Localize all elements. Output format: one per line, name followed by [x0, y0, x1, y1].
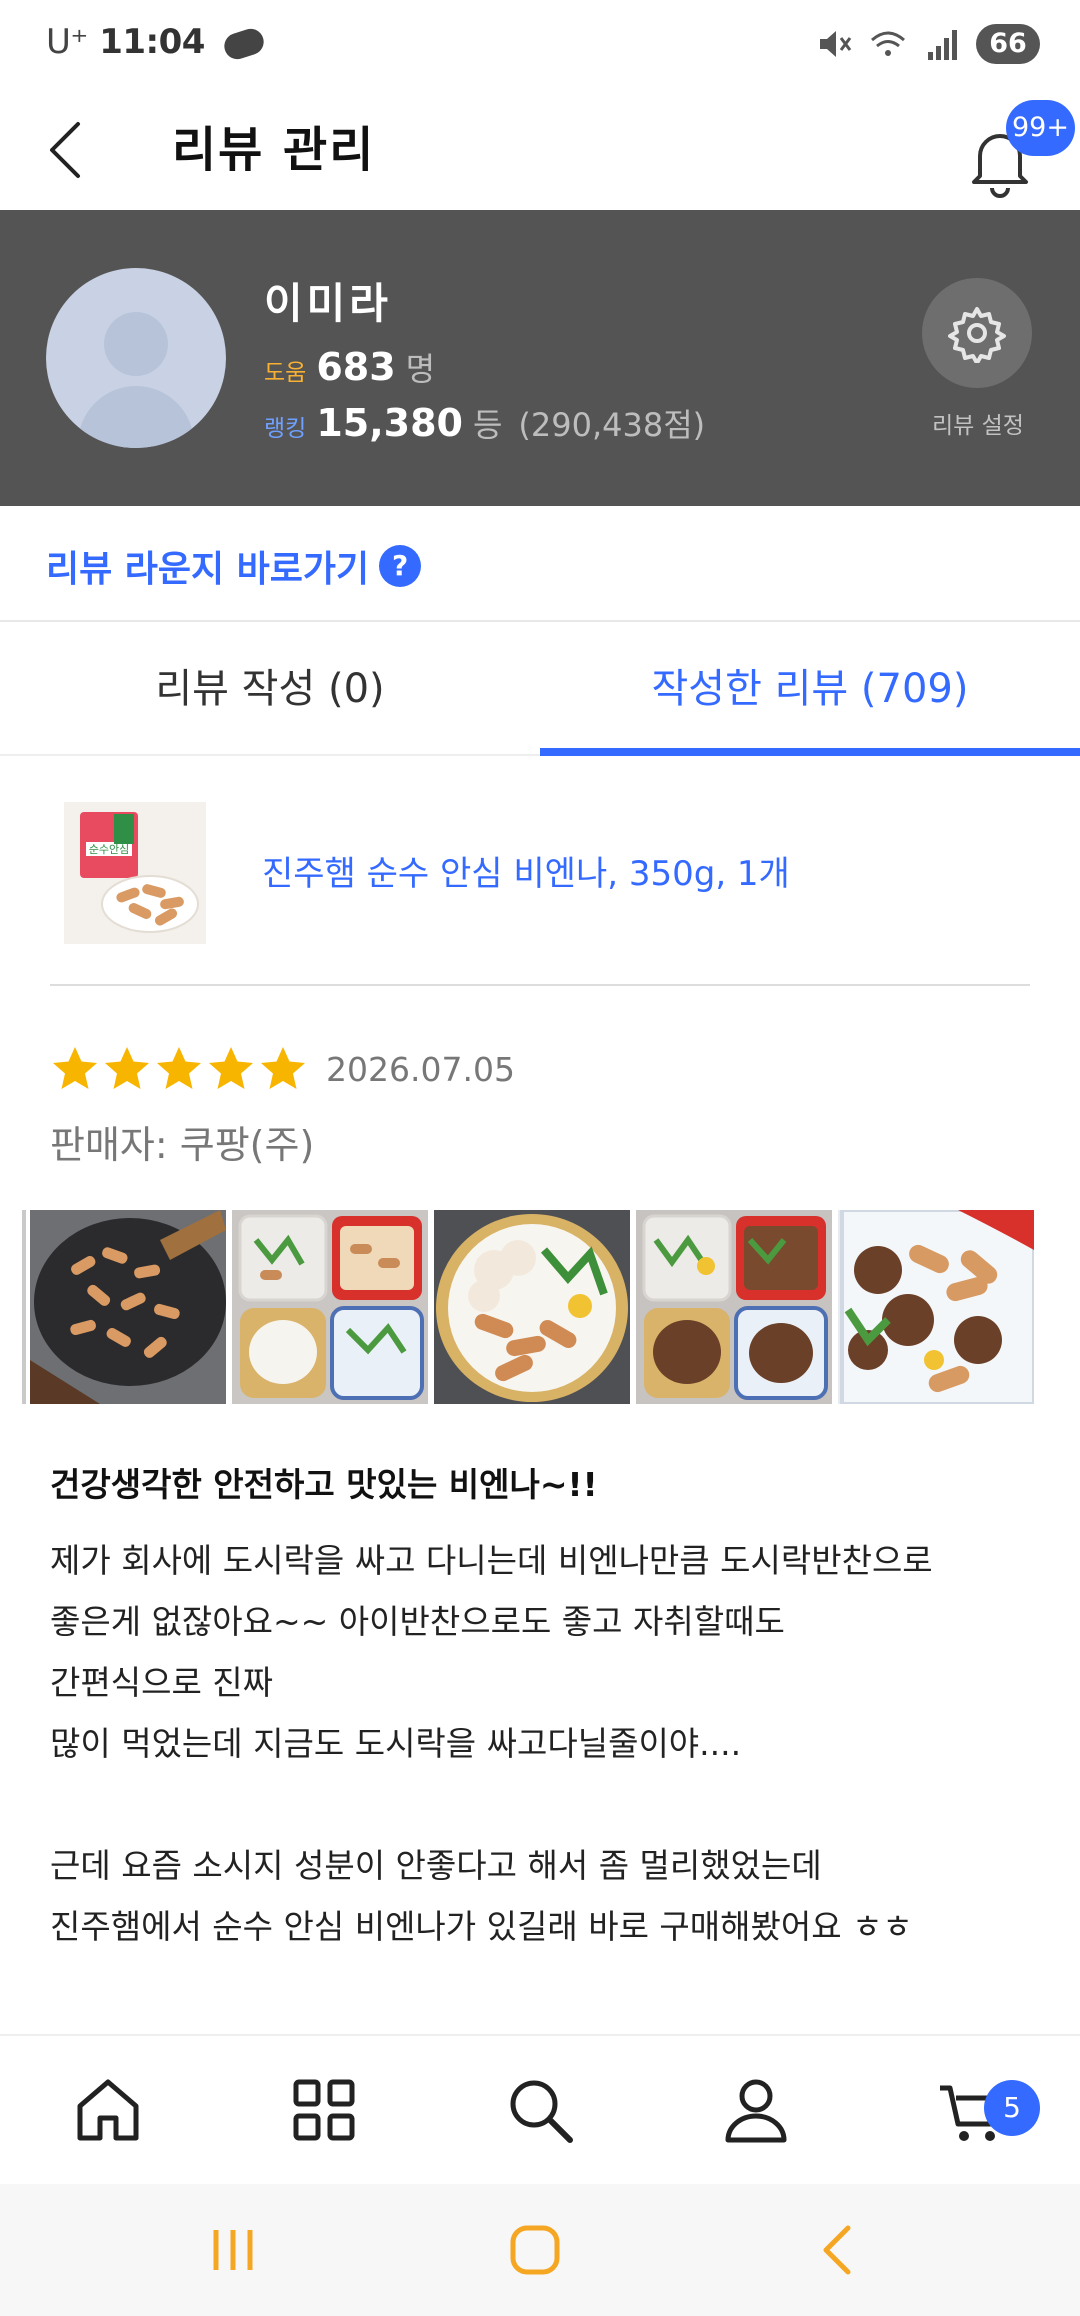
recent-apps-icon[interactable]: [198, 2218, 268, 2282]
review-photo[interactable]: [30, 1210, 226, 1404]
star-icon: [53, 1047, 97, 1089]
cloud-icon: [221, 24, 268, 63]
review-settings-label: 리뷰 설정: [932, 413, 1024, 439]
notification-button[interactable]: 99+: [950, 100, 1075, 200]
rank-label: 랭킹: [264, 416, 307, 442]
status-time: 11:04: [99, 22, 205, 62]
back-button[interactable]: [36, 110, 96, 190]
review-tabs: 리뷰 작성 (0) 작성한 리뷰 (709): [0, 622, 1080, 756]
back-nav-icon[interactable]: [802, 2218, 872, 2282]
mute-icon: [820, 31, 852, 57]
product-thumbnail[interactable]: 순수안심: [64, 802, 206, 944]
tab-write-review[interactable]: 리뷰 작성 (0): [0, 622, 540, 756]
category-icon[interactable]: [286, 2072, 362, 2148]
avatar[interactable]: [46, 268, 226, 448]
star-icon: [209, 1047, 253, 1089]
cart-count-badge: 5: [984, 2080, 1040, 2136]
rank-points: (290,438점): [518, 406, 706, 444]
page-title: 리뷰 관리: [172, 122, 376, 178]
review-body: 제가 회사에 도시락을 싸고 다니는데 비엔나만큼 도시락반찬으로 좋은게 없잖…: [50, 1530, 1050, 1957]
review-body-line: 제가 회사에 도시락을 싸고 다니는데 비엔나만큼 도시락반찬으로: [50, 1541, 933, 1580]
review-body-line: 진주햄에서 순수 안심 비엔나가 있길래 바로 구매해봤어요 ㅎㅎ: [50, 1907, 913, 1946]
review-settings-button[interactable]: [922, 278, 1032, 388]
star-rating: [50, 1044, 308, 1094]
signal-icon: [928, 30, 957, 60]
help-unit: 명: [405, 350, 436, 388]
avatar-body-shape: [78, 386, 194, 448]
review-photo[interactable]: [232, 1210, 428, 1404]
status-right: 66: [814, 24, 1040, 64]
review-body-line: 많이 먹었는데 지금도 도시락을 싸고다닐줄이야....: [50, 1724, 742, 1763]
review-lounge-label: 리뷰 라운지 바로가기: [46, 549, 370, 590]
review-photo-strip: [0, 1208, 1080, 1406]
carrier-label: U⁺: [46, 22, 88, 62]
bottom-navigation: 5: [0, 2034, 1080, 2184]
rating-row: 2026.07.05: [50, 1044, 515, 1094]
help-label: 도움: [264, 360, 307, 386]
photo-strip-edge: [22, 1210, 26, 1404]
status-bar: U⁺ 11:04 66: [0, 0, 1080, 90]
search-icon[interactable]: [502, 2072, 578, 2148]
rank-value: 15,380: [316, 401, 463, 445]
product-name[interactable]: 진주햄 순수 안심 비엔나, 350g, 1개: [262, 846, 790, 895]
rank-stat: 랭킹 15,380 등 (290,438점): [264, 400, 705, 446]
rank-unit: 등: [472, 406, 503, 444]
review-date: 2026.07.05: [326, 1049, 515, 1089]
my-page-icon[interactable]: [718, 2072, 794, 2148]
avatar-head-shape: [104, 312, 168, 376]
star-icon: [261, 1047, 305, 1089]
wifi-icon: [871, 31, 905, 56]
home-icon[interactable]: [70, 2072, 146, 2148]
review-lounge-link[interactable]: 리뷰 라운지 바로가기 ?: [46, 540, 422, 592]
profile-name: 이미라: [264, 279, 392, 328]
review-body-line: [50, 1774, 1050, 1835]
app-header: 리뷰 관리 99+: [0, 90, 1080, 210]
review-photo[interactable]: [838, 1210, 1034, 1404]
review-body-line: 간편식으로 진짜: [50, 1663, 274, 1702]
status-left: U⁺ 11:04: [46, 22, 268, 63]
battery-indicator: 66: [976, 24, 1040, 64]
system-navigation-bar: [0, 2184, 1080, 2316]
tab-written-reviews[interactable]: 작성한 리뷰 (709): [540, 622, 1080, 756]
help-stat: 도움 683 명: [264, 344, 435, 390]
review-body-line: 좋은게 없잖아요~~ 아이반찬으로도 좋고 자취할때도: [50, 1602, 785, 1641]
help-question-icon[interactable]: ?: [379, 545, 422, 587]
review-photo[interactable]: [636, 1210, 832, 1404]
lounge-section: 리뷰 라운지 바로가기 ?: [0, 506, 1080, 622]
review-photo[interactable]: [434, 1210, 630, 1404]
home-button-icon[interactable]: [500, 2218, 570, 2282]
profile-card: 이미라 도움 683 명 랭킹 15,380 등 (290,438점) 리뷰 설…: [0, 210, 1080, 506]
reviewed-product[interactable]: 순수안심 진주햄 순수 안심 비엔나, 350g, 1개: [50, 778, 1030, 986]
seller-label: 판매자: 쿠팡(주): [50, 1123, 315, 1167]
notification-badge: 99+: [1006, 100, 1075, 156]
help-count: 683: [316, 345, 396, 389]
gear-icon: [948, 307, 1006, 363]
product-thumb-text: 순수안심: [89, 843, 129, 856]
review-body-line: 근데 요즘 소시지 성분이 안좋다고 해서 좀 멀리했었는데: [50, 1846, 822, 1885]
star-icon: [105, 1047, 149, 1089]
active-tab-indicator: [540, 748, 1080, 756]
review-title: 건강생각한 안전하고 맛있는 비엔나~!!: [50, 1465, 598, 1504]
star-icon: [157, 1047, 201, 1089]
